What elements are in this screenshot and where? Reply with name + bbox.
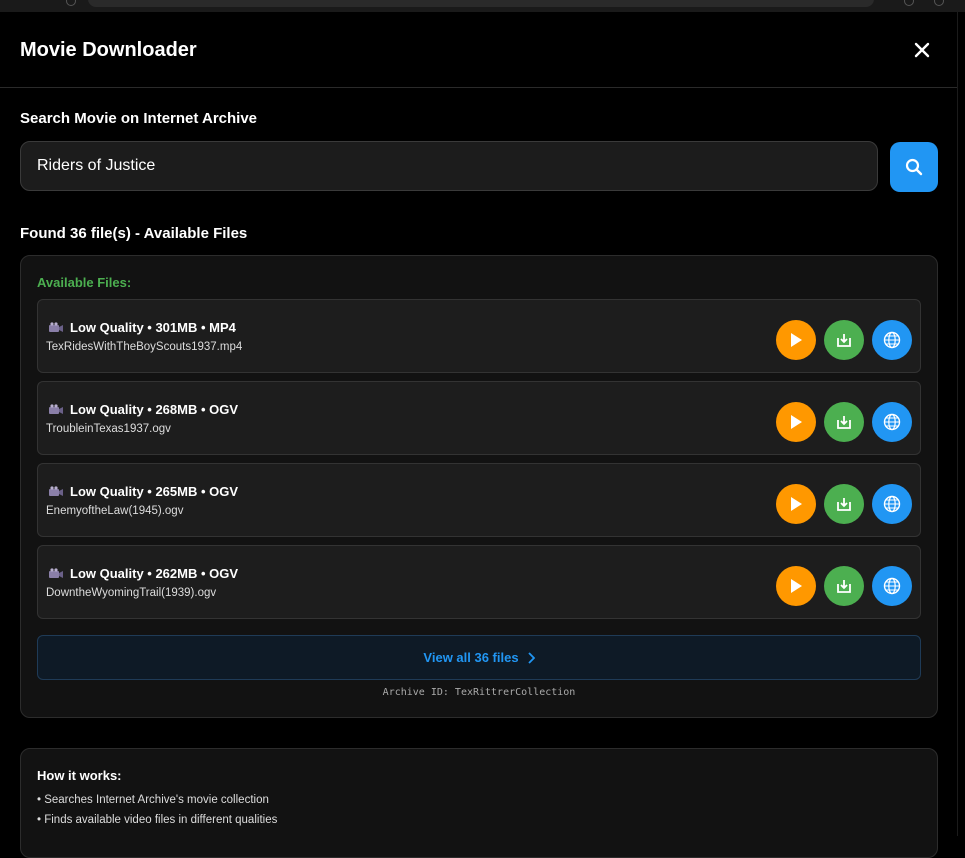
play-button[interactable] bbox=[776, 402, 816, 442]
file-title: Low Quality • 265MB • OGV bbox=[70, 484, 239, 499]
results-panel: Available Files: Low Quality • 301MB • M… bbox=[20, 255, 938, 718]
how-it-works-item: • Searches Internet Archive's movie coll… bbox=[37, 794, 269, 806]
globe-icon bbox=[883, 577, 901, 595]
results-heading: Found 36 file(s) - Available Files bbox=[20, 225, 248, 242]
download-button[interactable] bbox=[824, 402, 864, 442]
file-title-wrap: Low Quality • 265MB • OGV bbox=[48, 484, 238, 499]
view-all-files-button[interactable]: View all 36 files bbox=[37, 635, 921, 680]
close-icon bbox=[914, 42, 930, 58]
open-web-button[interactable] bbox=[872, 566, 912, 606]
file-name: TexRidesWithTheBoyScouts1937.mp4 bbox=[46, 341, 243, 353]
how-it-works-title: How it works: bbox=[37, 768, 122, 783]
file-row: Low Quality • 265MB • OGV EnemyoftheLaw(… bbox=[37, 463, 921, 537]
play-icon bbox=[791, 497, 802, 511]
browser-icon bbox=[934, 0, 944, 6]
file-name: DowntheWyomingTrail(1939).ogv bbox=[46, 587, 217, 599]
video-camera-icon bbox=[49, 485, 63, 496]
file-row: Low Quality • 268MB • OGV TroubleinTexas… bbox=[37, 381, 921, 455]
file-row: Low Quality • 301MB • MP4 TexRidesWithTh… bbox=[37, 299, 921, 373]
play-button[interactable] bbox=[776, 484, 816, 524]
file-title-wrap: Low Quality • 268MB • OGV bbox=[48, 402, 238, 417]
file-row: Low Quality • 262MB • OGV DowntheWyoming… bbox=[37, 545, 921, 619]
chevron-right-icon bbox=[527, 651, 535, 664]
play-button[interactable] bbox=[776, 566, 816, 606]
play-icon bbox=[791, 579, 802, 593]
file-title-wrap: Low Quality • 301MB • MP4 bbox=[48, 320, 236, 335]
search-input[interactable] bbox=[20, 141, 878, 191]
file-title-wrap: Low Quality • 262MB • OGV bbox=[48, 566, 238, 581]
file-name: EnemyoftheLaw(1945).ogv bbox=[46, 505, 184, 517]
play-icon bbox=[791, 333, 802, 347]
download-button[interactable] bbox=[824, 320, 864, 360]
globe-icon bbox=[883, 413, 901, 431]
play-button[interactable] bbox=[776, 320, 816, 360]
play-icon bbox=[791, 415, 802, 429]
download-icon bbox=[837, 498, 851, 511]
browser-toolbar bbox=[0, 0, 965, 12]
file-name: TroubleinTexas1937.ogv bbox=[46, 423, 171, 435]
file-title: Low Quality • 268MB • OGV bbox=[70, 402, 239, 417]
download-button[interactable] bbox=[824, 484, 864, 524]
search-icon bbox=[905, 158, 923, 176]
video-camera-icon bbox=[49, 321, 63, 332]
file-title: Low Quality • 301MB • MP4 bbox=[70, 320, 236, 335]
open-web-button[interactable] bbox=[872, 320, 912, 360]
modal-header: Movie Downloader bbox=[0, 12, 957, 88]
movie-downloader-modal: Movie Downloader Search Movie on Interne… bbox=[0, 12, 958, 858]
view-all-label: View all 36 files bbox=[423, 650, 519, 665]
download-icon bbox=[837, 334, 851, 347]
open-web-button[interactable] bbox=[872, 484, 912, 524]
file-title: Low Quality • 262MB • OGV bbox=[70, 566, 239, 581]
globe-icon bbox=[883, 495, 901, 513]
download-icon bbox=[837, 416, 851, 429]
browser-icon bbox=[66, 0, 76, 6]
close-button[interactable] bbox=[912, 40, 932, 60]
how-it-works-panel: How it works: • Searches Internet Archiv… bbox=[20, 748, 938, 858]
available-files-label: Available Files: bbox=[37, 275, 132, 290]
search-label: Search Movie on Internet Archive bbox=[20, 110, 258, 127]
search-button[interactable] bbox=[890, 142, 938, 192]
how-it-works-item: • Finds available video files in differe… bbox=[37, 814, 278, 826]
modal-title: Movie Downloader bbox=[20, 39, 197, 61]
open-web-button[interactable] bbox=[872, 402, 912, 442]
globe-icon bbox=[883, 331, 901, 349]
video-camera-icon bbox=[49, 567, 63, 578]
address-bar[interactable] bbox=[88, 0, 874, 7]
browser-icon bbox=[904, 0, 914, 6]
download-icon bbox=[837, 580, 851, 593]
archive-id: Archive ID: TexRittrerCollection bbox=[382, 687, 576, 698]
video-camera-icon bbox=[49, 403, 63, 414]
download-button[interactable] bbox=[824, 566, 864, 606]
